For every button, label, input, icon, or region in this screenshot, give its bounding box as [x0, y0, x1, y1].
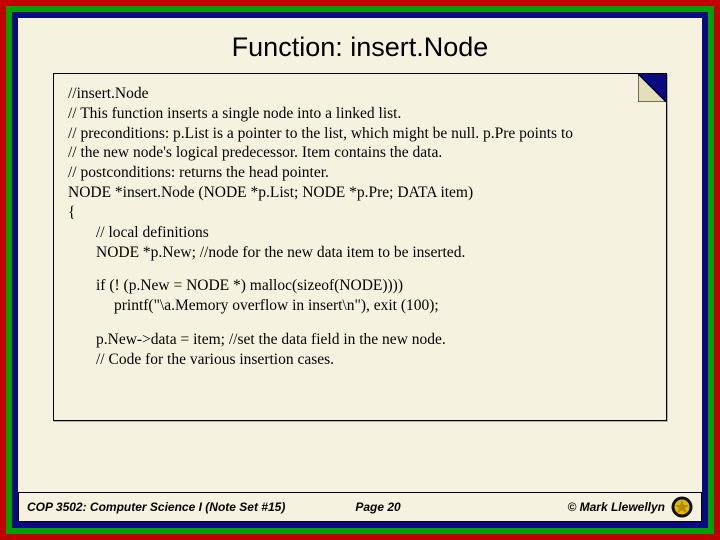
- code-box-container: //insert.Node // This function inserts a…: [53, 73, 667, 421]
- code-line: NODE *p.New; //node for the new data ite…: [68, 243, 652, 263]
- code-line: // Code for the various insertion cases.: [68, 350, 652, 370]
- code-line: {: [68, 203, 652, 223]
- footer-course-text: COP 3502: Computer Science I: [27, 500, 202, 514]
- footer-course: COP 3502: Computer Science I (Note Set #…: [19, 500, 285, 514]
- footer-note: (Note Set #15): [205, 500, 285, 514]
- code-line: // local definitions: [68, 223, 652, 243]
- code-line: printf("\a.Memory overflow in insert\n")…: [68, 296, 652, 316]
- code-line: if (! (p.New = NODE *) malloc(sizeof(NOD…: [68, 276, 652, 296]
- code-line: // preconditions: p.List is a pointer to…: [68, 124, 652, 144]
- code-line: NODE *insert.Node (NODE *p.List; NODE *p…: [68, 183, 652, 203]
- code-line: //insert.Node: [68, 84, 652, 104]
- code-line: // the new node's logical predecessor. I…: [68, 143, 652, 163]
- code-text: //insert.Node // This function inserts a…: [68, 84, 652, 370]
- outer-frame-blue: Function: insert.Node: [12, 12, 708, 528]
- footer-right: © Mark Llewellyn: [567, 496, 701, 518]
- slide-title: Function: insert.Node: [18, 18, 702, 73]
- code-box: //insert.Node // This function inserts a…: [53, 73, 667, 421]
- code-line: // postconditions: returns the head poin…: [68, 163, 652, 183]
- code-line: p.New->data = item; //set the data field…: [68, 330, 652, 350]
- folded-corner-icon: [638, 74, 666, 102]
- blank-line: [68, 316, 652, 330]
- school-logo-icon: [671, 496, 693, 518]
- slide-body: Function: insert.Node: [18, 18, 702, 522]
- code-line: // This function inserts a single node i…: [68, 104, 652, 124]
- footer-bar: COP 3502: Computer Science I (Note Set #…: [18, 492, 702, 522]
- footer-page: Page 20: [285, 500, 400, 514]
- outer-frame-green: Function: insert.Node: [6, 6, 714, 534]
- blank-line: [68, 262, 652, 276]
- outer-frame-red: Function: insert.Node: [0, 0, 720, 540]
- footer-copyright: © Mark Llewellyn: [567, 500, 665, 514]
